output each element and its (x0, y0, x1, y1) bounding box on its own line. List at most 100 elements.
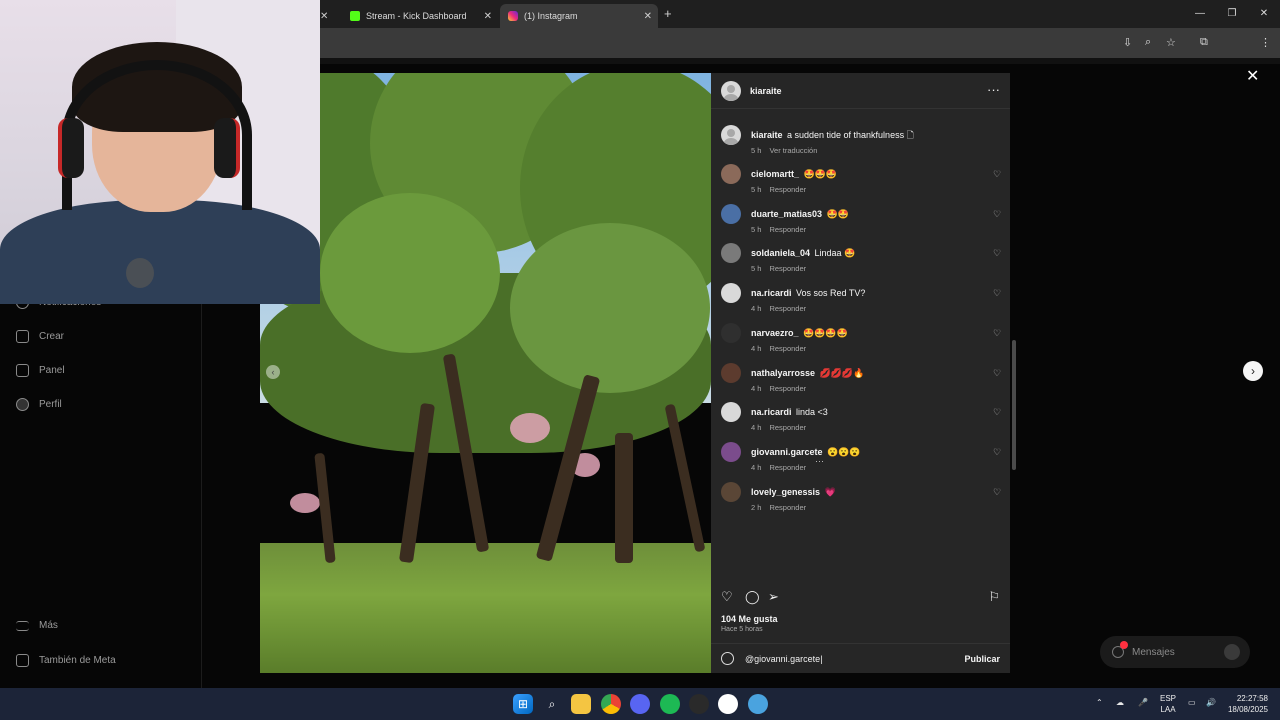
comment-like-icon[interactable]: ♡ (993, 408, 1002, 417)
comment-options-icon[interactable]: ··· (815, 456, 824, 466)
reply-link[interactable]: Responder (769, 463, 806, 472)
start-icon[interactable]: ⊞ (513, 694, 533, 714)
more-options-icon[interactable]: ··· (987, 82, 1000, 97)
likes-count[interactable]: 104 Me gusta (721, 614, 778, 624)
install-app-icon[interactable]: ⇩ (1123, 36, 1132, 49)
comment-username[interactable]: cielomartt_ (751, 169, 799, 179)
avatar[interactable] (721, 125, 741, 145)
menu-icon (16, 620, 29, 631)
next-post-button[interactable]: › (1243, 361, 1263, 381)
reply-link[interactable]: Responder (769, 503, 806, 512)
comment-like-icon[interactable]: ♡ (993, 289, 1002, 298)
window-close-button[interactable]: ✕ (1248, 0, 1280, 28)
comment-username[interactable]: nathalyarrosse (751, 368, 815, 378)
comment-like-icon[interactable]: ♡ (993, 368, 1002, 378)
previous-post-button[interactable]: ‹ (266, 365, 280, 379)
bookmark-star-icon[interactable]: ☆ (1166, 36, 1176, 49)
tab-close-partial[interactable]: ✕ (320, 4, 328, 28)
messages-button[interactable]: Mensajes (1100, 636, 1250, 668)
microphone-tray-icon[interactable]: 🎤 (1138, 698, 1148, 720)
reply-link[interactable]: Responder (769, 304, 806, 313)
avatar[interactable] (721, 322, 741, 343)
close-icon[interactable]: ✕ (484, 11, 492, 22)
globe-icon[interactable] (748, 694, 768, 714)
comment-username[interactable]: lovely_genessis (751, 487, 820, 497)
reply-link[interactable]: Responder (769, 423, 806, 432)
zoom-icon[interactable]: ⌕ (1145, 36, 1151, 49)
tab-kick-dashboard[interactable]: Stream - Kick Dashboard ✕ (342, 4, 498, 28)
comment-like-icon[interactable]: ♡ (993, 487, 1002, 497)
minimize-button[interactable]: — (1184, 0, 1216, 28)
chrome-icon[interactable] (601, 694, 621, 714)
comment-input[interactable]: @giovanni.garcete (745, 654, 823, 664)
avatar[interactable] (721, 441, 741, 462)
display-icon[interactable]: ▭ (1188, 698, 1196, 720)
keyboard-layout: LAA (1160, 705, 1176, 714)
avatar[interactable] (721, 203, 741, 224)
comment-username[interactable]: giovanni.garcete (751, 447, 823, 457)
spotify-icon[interactable] (660, 694, 680, 714)
comment-like-icon[interactable]: ♡ (993, 170, 1002, 179)
reply-link[interactable]: Responder (769, 384, 806, 393)
author-username[interactable]: kiaraite (750, 86, 782, 96)
comment-username[interactable]: na.ricardi (751, 288, 792, 298)
comment-username[interactable]: kiaraite (751, 130, 783, 140)
share-icon[interactable]: ➢ (768, 589, 779, 605)
maximize-button[interactable]: ❐ (1216, 0, 1248, 28)
reply-link[interactable]: Responder (769, 185, 806, 194)
network-cloud-icon[interactable]: ☁ (1116, 698, 1124, 720)
comment-like-icon[interactable]: ♡ (993, 328, 1002, 338)
avatar[interactable] (721, 243, 741, 264)
reply-link[interactable]: Responder (769, 344, 806, 353)
sidebar-item-create[interactable]: Crear (16, 330, 64, 343)
post-time: Hace 5 horas (721, 626, 763, 633)
comment-like-icon[interactable]: ♡ (993, 447, 1002, 457)
sidebar-item-more[interactable]: Más (16, 620, 58, 631)
more-menu-icon[interactable]: ⋮ (1260, 36, 1271, 49)
clock-time: 22:27:58 (1236, 694, 1268, 703)
avatar[interactable] (721, 481, 741, 502)
extensions-icon[interactable]: ⧉ (1200, 36, 1208, 49)
publish-button[interactable]: Publicar (964, 654, 1000, 664)
comment-text: linda <3 (795, 407, 828, 418)
plus-square-icon (16, 330, 29, 343)
comment-username[interactable]: soldaniela_04 (751, 248, 810, 258)
tray-chevron-icon[interactable]: ⌃ (1096, 698, 1103, 720)
avatar[interactable] (721, 164, 741, 184)
comment-username[interactable]: narvaezro_ (751, 328, 799, 338)
search-icon[interactable]: ⌕ (542, 694, 562, 714)
comment-like-icon[interactable]: ♡ (993, 209, 1002, 219)
sidebar-item-panel[interactable]: Panel (16, 364, 65, 377)
close-modal-icon[interactable]: ✕ (1246, 66, 1259, 86)
file-explorer-icon[interactable] (571, 694, 591, 714)
tab-instagram[interactable]: (1) Instagram ✕ (500, 4, 658, 28)
comments-scrollbar[interactable] (1012, 340, 1016, 470)
volume-icon[interactable]: 🔊 (1206, 698, 1216, 720)
obs-icon[interactable] (718, 694, 738, 714)
system-clock[interactable]: 22:27:58 18/08/2025 (1228, 693, 1268, 715)
close-icon[interactable]: ✕ (644, 11, 652, 22)
avatar[interactable] (721, 283, 741, 304)
discord-icon[interactable] (630, 694, 650, 714)
new-tab-button[interactable]: + (664, 6, 672, 21)
reply-link[interactable]: Responder (769, 225, 806, 234)
avatar[interactable] (721, 402, 741, 423)
reply-link[interactable]: Responder (769, 264, 806, 273)
steam-icon[interactable] (689, 694, 709, 714)
comment-icon[interactable]: ◯ (745, 589, 760, 605)
sidebar-item-label: Panel (39, 365, 65, 376)
author-avatar[interactable] (721, 81, 741, 101)
like-icon[interactable]: ♡ (721, 589, 733, 605)
see-translation-link[interactable]: Ver traducción (769, 146, 817, 155)
sidebar-item-profile[interactable]: Perfil (16, 398, 62, 411)
emoji-icon[interactable] (721, 652, 734, 665)
save-icon[interactable]: ⚐ (988, 589, 1000, 605)
comment-username[interactable]: na.ricardi (751, 407, 792, 417)
comment-username[interactable]: duarte_matias03 (751, 209, 822, 219)
avatar[interactable] (721, 362, 741, 383)
comment-like-icon[interactable]: ♡ (993, 249, 1002, 258)
comment-row: narvaezro_ 🤩🤩🤩🤩 4 h Responder ♡ (711, 321, 1010, 357)
comment-row: soldaniela_04 Lindaa 🤩 5 h Responder ♡ (711, 241, 1010, 277)
sidebar-item-also-from-meta[interactable]: También de Meta (16, 654, 116, 667)
language-indicator[interactable]: ESP LAA (1160, 693, 1176, 715)
